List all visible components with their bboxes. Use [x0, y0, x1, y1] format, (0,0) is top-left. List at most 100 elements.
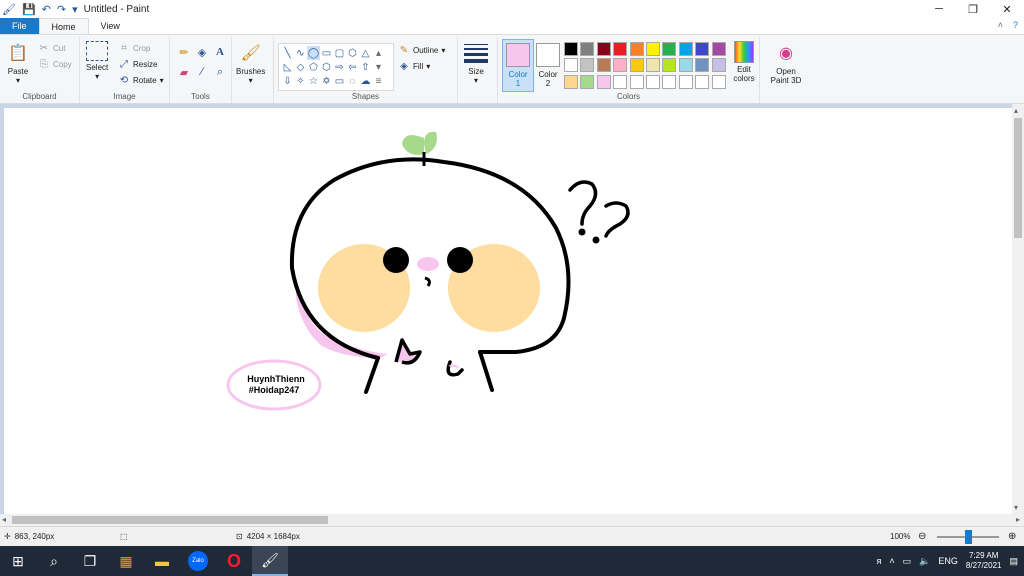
open-paint3d-button[interactable]: ◉ Open Paint 3D [766, 41, 806, 85]
palette-swatch[interactable] [629, 74, 644, 89]
close-icon[interactable]: ✕ [990, 0, 1024, 18]
tab-view[interactable]: View [89, 18, 132, 34]
chevron-up-icon[interactable]: ˄ [889, 556, 894, 566]
zoom-slider-thumb[interactable] [965, 530, 972, 544]
crop-button[interactable]: ⌗ Crop [118, 41, 150, 55]
palette-swatch[interactable] [711, 58, 726, 73]
volume-icon[interactable]: 🔈 [919, 556, 930, 567]
diamond-shape-icon[interactable]: ◇ [294, 60, 307, 74]
cut-button[interactable]: ✂ Cut [38, 41, 66, 55]
up-arrow-shape-icon[interactable]: ⇧ [359, 60, 372, 74]
curve-shape-icon[interactable]: ∿ [294, 46, 307, 60]
palette-swatch[interactable] [580, 74, 595, 89]
select-button[interactable]: Select ▾ [86, 41, 108, 81]
zoom-out-icon[interactable]: ⊖ [918, 531, 926, 542]
scroll-right-arrow-icon[interactable]: ▸ [1016, 515, 1020, 524]
palette-swatch[interactable] [645, 42, 660, 56]
customize-dropdown-icon[interactable]: ▾ [72, 3, 78, 16]
paste-button[interactable]: 📋 Paste ▾ [6, 41, 30, 85]
save-icon[interactable]: 💾 [22, 3, 36, 16]
cloud-callout-shape-icon[interactable]: ☁ [359, 74, 372, 88]
brushes-button[interactable]: 🖌 Brushes ▾ [236, 41, 265, 85]
palette-swatch[interactable] [629, 58, 644, 73]
copy-button[interactable]: ⎘ Copy [38, 57, 72, 71]
palette-swatch[interactable] [711, 42, 726, 56]
five-point-star-shape-icon[interactable]: ☆ [307, 74, 320, 88]
minimize-icon[interactable]: ─ [922, 0, 956, 18]
hexagon-shape-icon[interactable]: ⬡ [320, 60, 333, 74]
task-view-button[interactable]: ❐ [72, 546, 108, 576]
text-icon[interactable]: A [212, 43, 228, 61]
edit-colors-button[interactable]: Edit colors [730, 41, 758, 83]
notification-icon[interactable]: ▤ [1009, 556, 1018, 567]
four-point-star-shape-icon[interactable]: ✧ [294, 74, 307, 88]
palette-swatch[interactable] [711, 74, 726, 89]
palette-swatch[interactable] [564, 58, 578, 73]
palette-swatch[interactable] [564, 42, 578, 56]
pentagon-shape-icon[interactable]: ⬠ [307, 60, 320, 74]
right-arrow-shape-icon[interactable]: ⇨ [333, 60, 346, 74]
taskbar-opera[interactable]: O [216, 546, 252, 576]
palette-swatch[interactable] [629, 42, 644, 56]
taskbar-app-store[interactable]: ▦ [108, 546, 144, 576]
color2-selector[interactable]: Color 2 [536, 43, 560, 88]
palette-swatch[interactable] [678, 58, 693, 73]
size-button[interactable]: Size ▾ [464, 41, 488, 85]
palette-swatch[interactable] [695, 74, 710, 89]
taskbar-paint[interactable]: 🖌 [252, 546, 288, 576]
taskbar-file-explorer[interactable]: ▬ [144, 546, 180, 576]
more-shapes-icon[interactable]: ≡ [372, 74, 385, 88]
palette-swatch[interactable] [662, 42, 677, 56]
resize-button[interactable]: ⤢ Resize [118, 57, 157, 71]
taskbar-zalo[interactable]: Zalo [180, 546, 216, 576]
people-icon[interactable]: ᴙ [877, 556, 882, 566]
drawing-canvas[interactable]: HuynhThienn #Hoidap247 [4, 108, 1012, 514]
eraser-icon[interactable]: ▰ [176, 63, 192, 81]
left-arrow-shape-icon[interactable]: ⇦ [346, 60, 359, 74]
right-triangle-shape-icon[interactable]: ◺ [281, 60, 294, 74]
polygon-shape-icon[interactable]: ⬡ [346, 46, 359, 60]
tab-file[interactable]: File [0, 18, 39, 34]
palette-swatch[interactable] [596, 58, 611, 73]
scroll-up-icon[interactable]: ▴ [372, 46, 385, 60]
palette-swatch[interactable] [645, 58, 660, 73]
paint-app-icon[interactable]: 🖌 [2, 3, 16, 16]
horizontal-scrollbar[interactable]: ◂ ▸ [0, 514, 1024, 526]
palette-swatch[interactable] [564, 74, 578, 89]
scroll-down-icon[interactable]: ▾ [372, 60, 385, 74]
vertical-scroll-thumb[interactable] [1014, 118, 1022, 238]
palette-swatch[interactable] [662, 74, 677, 89]
palette-swatch[interactable] [613, 42, 628, 56]
six-point-star-shape-icon[interactable]: ✡ [320, 74, 333, 88]
redo-icon[interactable]: ↷ [57, 3, 66, 16]
language-indicator[interactable]: ENG [938, 556, 958, 566]
magnifier-icon[interactable]: ⌕ [212, 63, 228, 81]
palette-swatch[interactable] [678, 74, 693, 89]
triangle-shape-icon[interactable]: △ [359, 46, 372, 60]
collapse-ribbon-icon[interactable]: ˄ [998, 20, 1003, 30]
palette-swatch[interactable] [580, 42, 595, 56]
palette-swatch[interactable] [580, 58, 595, 73]
start-button[interactable]: ⊞ [0, 546, 36, 576]
horizontal-scroll-thumb[interactable] [12, 516, 328, 524]
scroll-up-arrow-icon[interactable]: ▴ [1014, 106, 1018, 115]
palette-swatch[interactable] [662, 58, 677, 73]
outline-button[interactable]: ✎ Outline ▾ [398, 43, 446, 57]
rectangle-shape-icon[interactable]: ▭ [320, 46, 333, 60]
line-shape-icon[interactable]: ╲ [281, 46, 294, 60]
scroll-left-arrow-icon[interactable]: ◂ [2, 515, 6, 524]
oval-shape-icon[interactable]: ◯ [307, 46, 320, 60]
down-arrow-shape-icon[interactable]: ⇩ [281, 74, 294, 88]
oval-callout-shape-icon[interactable]: ◌ [346, 74, 359, 88]
battery-icon[interactable]: ▭ [903, 556, 912, 567]
palette-swatch[interactable] [695, 42, 710, 56]
palette-swatch[interactable] [678, 42, 693, 56]
palette-swatch[interactable] [596, 42, 611, 56]
palette-swatch[interactable] [596, 74, 611, 89]
color1-selector[interactable]: Color 1 [502, 39, 534, 92]
rounded-rectangle-shape-icon[interactable]: ▢ [333, 46, 346, 60]
color-picker-icon[interactable]: ⁄ [194, 63, 210, 81]
rotate-button[interactable]: ⟲ Rotate ▾ [118, 73, 164, 87]
scroll-down-arrow-icon[interactable]: ▾ [1014, 503, 1018, 512]
help-icon[interactable]: ? [1013, 20, 1018, 30]
